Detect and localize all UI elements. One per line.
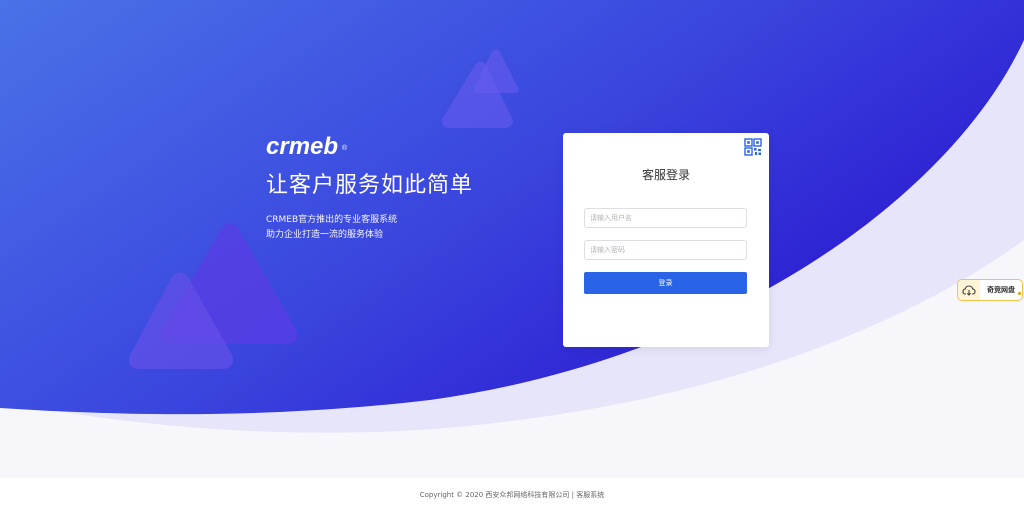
notification-dot <box>1018 292 1021 295</box>
brand-description: CRMEB官方推出的专业客服系统 助力企业打造一流的服务体验 <box>266 213 473 243</box>
cloud-drive-label: 奇竞网盘 <box>987 286 1015 294</box>
brand-section: crmeb ® 让客户服务如此简单 CRMEB官方推出的专业客服系统 助力企业打… <box>266 133 473 243</box>
login-button[interactable]: 登录 <box>584 272 747 294</box>
copyright-text: Copyright © 2020 西安众邦网络科技有限公司 | 客服系统 <box>419 491 605 499</box>
login-card: 客服登录 登录 <box>563 133 769 347</box>
cloud-drive-widget[interactable]: 奇竞网盘 <box>957 279 1023 301</box>
brand-desc-line-2: 助力企业打造一流的服务体验 <box>266 230 384 240</box>
brand-desc-line-1: CRMEB官方推出的专业客服系统 <box>266 215 398 225</box>
footer: Copyright © 2020 西安众邦网络科技有限公司 | 客服系统 <box>0 478 1024 512</box>
crmeb-logo: crmeb ® <box>266 133 347 161</box>
logo-text: crmeb <box>266 133 339 160</box>
password-input[interactable] <box>584 240 747 260</box>
cloud-icon-box <box>958 280 980 300</box>
cloud-icon <box>962 285 976 296</box>
registered-mark: ® <box>341 145 348 152</box>
username-input[interactable] <box>584 208 747 228</box>
qr-code-icon[interactable] <box>744 138 763 157</box>
login-title: 客服登录 <box>641 168 690 182</box>
brand-slogan: 让客户服务如此简单 <box>266 173 474 198</box>
hero-background <box>0 0 1024 433</box>
